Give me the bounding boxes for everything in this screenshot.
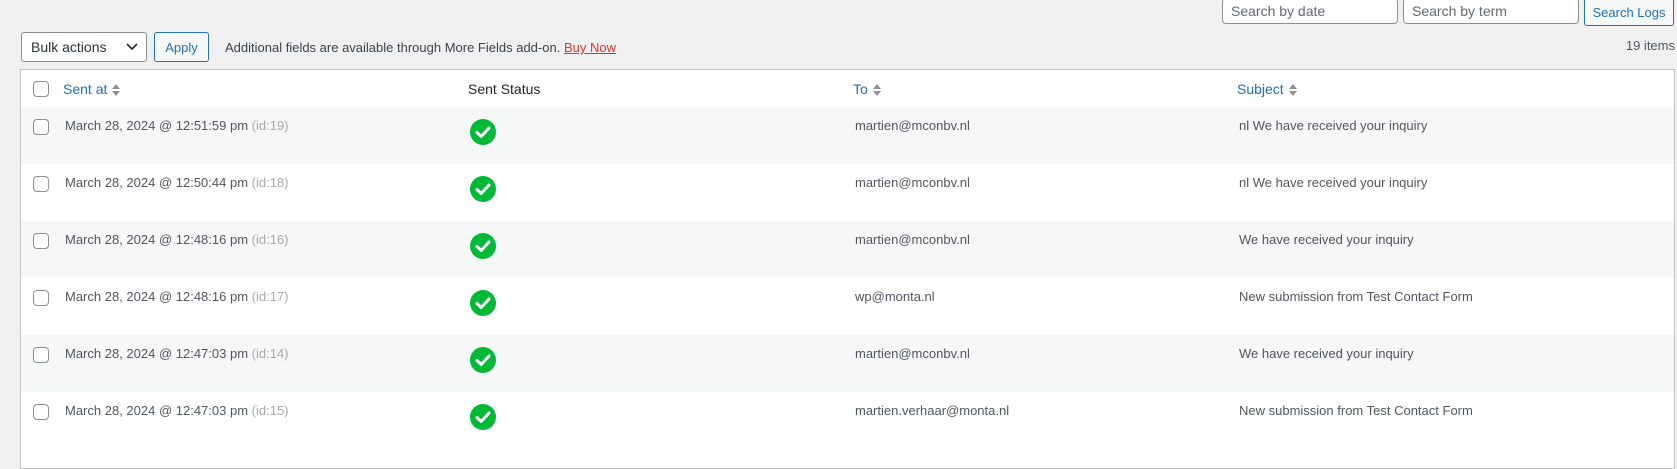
row-checkbox[interactable]: [33, 233, 49, 249]
table-row: March 28, 2024 @ 12:48:16 pm (id:17) wp@…: [21, 278, 1674, 335]
sent-at-cell: March 28, 2024 @ 12:51:59 pm (id:19): [65, 118, 289, 133]
buy-now-link[interactable]: Buy Now: [564, 40, 616, 55]
success-check-icon: [470, 119, 496, 145]
to-cell: martien@mconbv.nl: [855, 232, 970, 247]
addon-notice-text: Additional fields are available through …: [225, 40, 561, 55]
table-row: March 28, 2024 @ 12:50:44 pm (id:18) mar…: [21, 164, 1674, 221]
table-row: March 28, 2024 @ 12:47:03 pm (id:15) mar…: [21, 392, 1674, 449]
column-sent-status: Sent Status: [468, 81, 541, 97]
subject-cell: New submission from Test Contact Form: [1239, 289, 1473, 304]
sent-at-value: March 28, 2024 @ 12:50:44 pm: [65, 175, 249, 190]
chevron-down-icon: [125, 33, 139, 70]
sent-at-cell: March 28, 2024 @ 12:48:16 pm (id:17): [65, 289, 289, 304]
log-id: (id:16): [251, 232, 289, 247]
subject-cell: New submission from Test Contact Form: [1239, 403, 1473, 418]
row-checkbox[interactable]: [33, 290, 49, 306]
row-checkbox[interactable]: [33, 176, 49, 192]
subject-cell: nl We have received your inquiry: [1239, 175, 1428, 190]
success-check-icon: [470, 347, 496, 373]
success-check-icon: [470, 404, 496, 430]
sent-at-value: March 28, 2024 @ 12:48:16 pm: [65, 232, 249, 247]
row-checkbox[interactable]: [33, 404, 49, 420]
sort-icon: [872, 84, 881, 97]
bulk-actions-label: Bulk actions: [31, 39, 107, 55]
success-check-icon: [470, 176, 496, 202]
sent-at-cell: March 28, 2024 @ 12:47:03 pm (id:15): [65, 403, 289, 418]
column-subject-label: Subject: [1237, 81, 1284, 97]
to-cell: martien@mconbv.nl: [855, 346, 970, 361]
sort-icon: [1288, 84, 1297, 97]
select-all-checkbox[interactable]: [33, 81, 49, 97]
sent-at-cell: March 28, 2024 @ 12:47:03 pm (id:14): [65, 346, 289, 361]
to-cell: martien.verhaar@monta.nl: [855, 403, 1010, 418]
bulk-actions-select[interactable]: Bulk actions: [21, 32, 147, 62]
addon-notice: Additional fields are available through …: [225, 40, 616, 55]
column-subject[interactable]: Subject: [1237, 81, 1298, 97]
sort-icon: [112, 84, 121, 97]
apply-button[interactable]: Apply: [154, 32, 209, 62]
subject-cell: nl We have received your inquiry: [1239, 118, 1428, 133]
success-check-icon: [470, 233, 496, 259]
log-id: (id:15): [251, 403, 289, 418]
row-checkbox[interactable]: [33, 347, 49, 363]
search-logs-button[interactable]: Search Logs: [1584, 0, 1674, 26]
sent-at-value: March 28, 2024 @ 12:47:03 pm: [65, 403, 249, 418]
table-row: March 28, 2024 @ 12:51:59 pm (id:19) mar…: [21, 107, 1674, 164]
column-sent-at-label: Sent at: [63, 81, 108, 97]
sent-at-value: March 28, 2024 @ 12:48:16 pm: [65, 289, 249, 304]
table-header: Sent at Sent Status To Subject: [21, 70, 1674, 108]
sent-at-value: March 28, 2024 @ 12:51:59 pm: [65, 118, 249, 133]
row-checkbox[interactable]: [33, 119, 49, 135]
log-id: (id:17): [251, 289, 289, 304]
to-cell: wp@monta.nl: [855, 289, 935, 304]
search-by-term-input[interactable]: [1403, 0, 1579, 24]
column-to-label: To: [853, 81, 868, 97]
table-row: March 28, 2024 @ 12:48:16 pm (id:16) mar…: [21, 221, 1674, 278]
log-id: (id:14): [251, 346, 289, 361]
search-by-date-input[interactable]: [1222, 0, 1398, 24]
table-row: March 28, 2024 @ 12:47:03 pm (id:14) mar…: [21, 335, 1674, 392]
sent-at-value: March 28, 2024 @ 12:47:03 pm: [65, 346, 249, 361]
items-count: 19 items: [1625, 38, 1675, 53]
success-check-icon: [470, 290, 496, 316]
log-id: (id:19): [251, 118, 289, 133]
to-cell: martien@mconbv.nl: [855, 118, 970, 133]
column-to[interactable]: To: [853, 81, 882, 97]
column-sent-at[interactable]: Sent at: [63, 81, 121, 97]
sent-at-cell: March 28, 2024 @ 12:48:16 pm (id:16): [65, 232, 289, 247]
subject-cell: We have received your inquiry: [1239, 346, 1414, 361]
to-cell: martien@mconbv.nl: [855, 175, 970, 190]
subject-cell: We have received your inquiry: [1239, 232, 1414, 247]
sent-at-cell: March 28, 2024 @ 12:50:44 pm (id:18): [65, 175, 289, 190]
email-logs-table: Sent at Sent Status To Subject March 28,…: [20, 69, 1675, 469]
log-id: (id:18): [251, 175, 289, 190]
